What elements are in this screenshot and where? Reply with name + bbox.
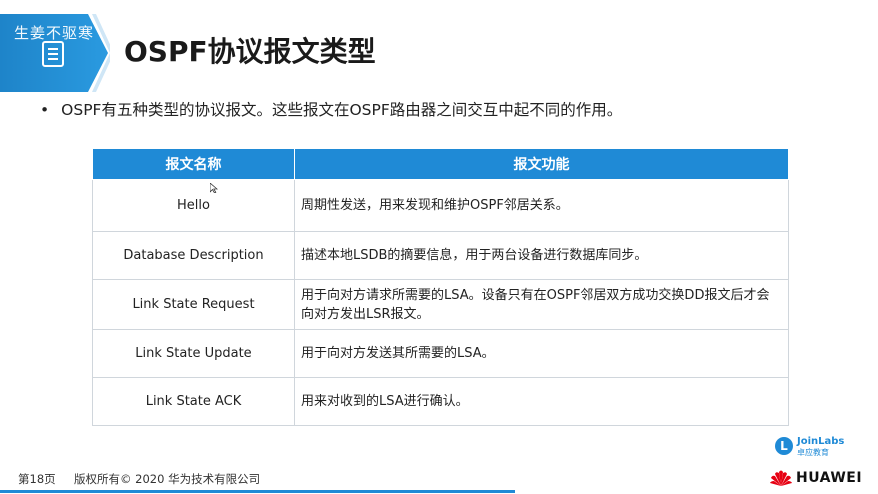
table-row: Link State ACK 用来对收到的LSA进行确认。 <box>92 377 789 426</box>
cell-message-function: 用来对收到的LSA进行确认。 <box>294 377 789 426</box>
bullet-item: • OSPF有五种类型的协议报文。这些报文在OSPF路由器之间交互中起不同的作用。 <box>40 98 622 120</box>
header-name: 报文名称 <box>92 148 295 180</box>
joinlabs-logo: L JoinLabs 卓应教育 <box>775 436 845 459</box>
huawei-wordmark: HUAWEI <box>796 470 863 486</box>
table-row: Database Description 描述本地LSDB的摘要信息，用于两台设… <box>92 231 789 280</box>
mouse-cursor-icon <box>210 183 218 193</box>
header-function: 报文功能 <box>294 148 789 180</box>
table-row: Link State Update 用于向对方发送其所需要的LSA。 <box>92 329 789 378</box>
table-row: Hello 周期性发送，用来发现和维护OSPF邻居关系。 <box>92 179 789 232</box>
joinlabs-name: JoinLabs <box>797 436 845 447</box>
page-number: 第18页 <box>18 472 56 486</box>
cell-message-function: 用于向对方发送其所需要的LSA。 <box>294 329 789 378</box>
cell-message-name: Link State Request <box>92 279 295 330</box>
cell-message-name: Link State Update <box>92 329 295 378</box>
cell-message-function: 用于向对方请求所需要的LSA。设备只有在OSPF邻居双方成功交换DD报文后才会向… <box>294 279 789 330</box>
document-icon <box>42 41 64 67</box>
cell-message-name: Hello <box>92 179 295 232</box>
cell-message-name: Database Description <box>92 231 295 280</box>
copyright-text: 版权所有© 2020 华为技术有限公司 <box>74 472 261 486</box>
bullet-text: OSPF有五种类型的协议报文。这些报文在OSPF路由器之间交互中起不同的作用。 <box>61 101 623 119</box>
message-type-table: 报文名称 报文功能 Hello 周期性发送，用来发现和维护OSPF邻居关系。 D… <box>92 148 789 426</box>
watermark-text: 生姜不驱寒 <box>14 24 95 42</box>
huawei-flower-icon <box>770 470 792 486</box>
joinlabs-mark-icon: L <box>775 437 793 455</box>
huawei-logo: HUAWEI <box>770 468 862 488</box>
joinlabs-subtitle: 卓应教育 <box>797 448 829 457</box>
page-title: OSPF协议报文类型 <box>124 35 376 68</box>
bullet-dot-icon: • <box>40 101 50 119</box>
footer-accent-line <box>0 490 515 493</box>
cell-message-function: 描述本地LSDB的摘要信息，用于两台设备进行数据库同步。 <box>294 231 789 280</box>
cell-message-name: Link State ACK <box>92 377 295 426</box>
table-row: Link State Request 用于向对方请求所需要的LSA。设备只有在O… <box>92 279 789 330</box>
cell-message-function: 周期性发送，用来发现和维护OSPF邻居关系。 <box>294 179 789 232</box>
table-header-row: 报文名称 报文功能 <box>92 148 789 180</box>
